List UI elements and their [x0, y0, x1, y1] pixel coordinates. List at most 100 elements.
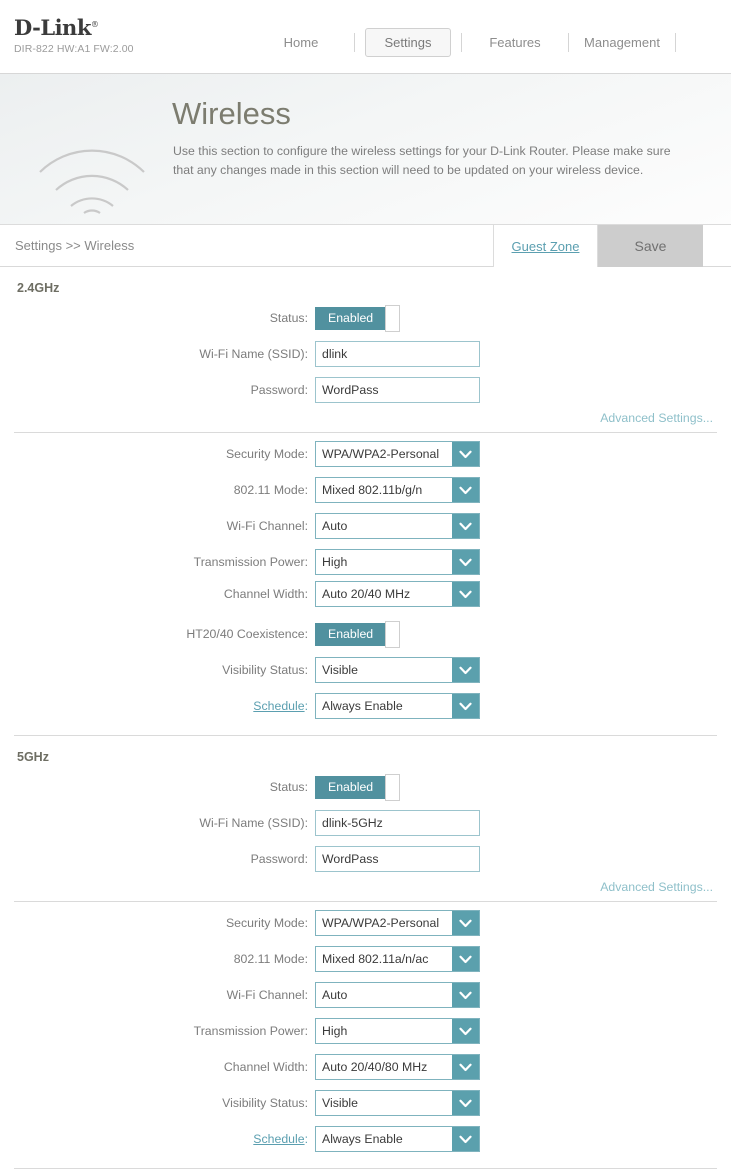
- section-title-2.4ghz: 2.4GHz: [17, 281, 60, 295]
- settings-content: 2.4GHz Status: Enabled Wi-Fi Name (SSID): Pa…: [0, 267, 731, 1169]
- chevron-down-icon[interactable]: [452, 694, 479, 718]
- save-button[interactable]: Save: [598, 225, 703, 267]
- form-row: Wi-Fi Channel: Auto: [14, 511, 717, 541]
- form-row: HT20/40 Coexistence: Enabled: [14, 619, 717, 649]
- form-row: Transmission Power: High: [14, 1016, 717, 1046]
- visibility-status-select-5[interactable]: Visible: [315, 1090, 480, 1116]
- wifi-channel-select-24-label: Wi-Fi Channel:: [226, 519, 308, 533]
- visibility-status-select-24-value: Visible: [322, 663, 359, 677]
- dot11-mode-select-24-value: Mixed 802.11b/g/n: [322, 483, 423, 497]
- schedule-select-5[interactable]: Always Enable: [315, 1126, 480, 1152]
- visibility-status-select-5-label: Visibility Status:: [222, 1096, 308, 1110]
- ht2040-coexistence-toggle[interactable]: Enabled: [315, 620, 401, 648]
- security-mode-select-5-label: Security Mode:: [225, 916, 308, 930]
- form-row: Password:: [14, 375, 717, 405]
- app-header: D-Link® DIR-822 HW:A1 FW:2.00 Home Settin…: [0, 0, 731, 74]
- channel-width-select-24[interactable]: Auto 20/40 MHz: [315, 581, 480, 607]
- chevron-down-icon[interactable]: [452, 478, 479, 502]
- schedule-select-24[interactable]: Always Enable: [315, 693, 480, 719]
- status-toggle-5[interactable]: Enabled: [315, 773, 401, 801]
- status-toggle-5-state-label: Enabled: [315, 775, 387, 799]
- nav-separator: [354, 33, 355, 52]
- security-mode-select-24-value: WPA/WPA2-Personal: [322, 447, 440, 461]
- wifi-channel-select-5[interactable]: Auto: [315, 982, 480, 1008]
- status-toggle-5-label: Status:: [269, 780, 308, 794]
- nav-item-management[interactable]: Management: [579, 28, 665, 57]
- transmission-power-select-24[interactable]: High: [315, 549, 480, 575]
- form-row: 802.11 Mode: Mixed 802.11b/g/n: [14, 475, 717, 505]
- chevron-down-icon[interactable]: [452, 582, 479, 606]
- chevron-down-icon[interactable]: [452, 947, 479, 971]
- form-row: Channel Width: Auto 20/40/80 MHz: [14, 1052, 717, 1082]
- chevron-down-icon[interactable]: [452, 658, 479, 682]
- visibility-status-select-5-value: Visible: [322, 1096, 359, 1110]
- form-row: Channel Width: Auto 20/40 MHz: [14, 581, 717, 613]
- form-row: Status: Enabled: [14, 772, 717, 802]
- form-row: Visibility Status: Visible: [14, 655, 717, 685]
- advanced-settings-link[interactable]: Advanced Settings...: [14, 874, 717, 894]
- status-toggle-24-label: Status:: [269, 311, 308, 325]
- chevron-down-icon[interactable]: [452, 1055, 479, 1079]
- chevron-down-icon[interactable]: [452, 1019, 479, 1043]
- breadcrumb-actions: Guest Zone Save: [493, 225, 703, 267]
- guest-zone-link[interactable]: Guest Zone: [493, 225, 598, 267]
- transmission-power-select-5-value: High: [322, 1024, 348, 1038]
- wifi-channel-select-5-value: Auto: [322, 988, 348, 1002]
- chevron-down-icon[interactable]: [452, 1091, 479, 1115]
- schedule-select-5-label[interactable]: Schedule:: [14, 1132, 315, 1146]
- dot11-mode-select-5-value: Mixed 802.11a/n/ac: [322, 952, 429, 966]
- status-toggle-5-knob[interactable]: [385, 773, 401, 801]
- schedule-select-5-label-text: Schedule: [253, 1132, 305, 1146]
- security-mode-select-24[interactable]: WPA/WPA2-Personal: [315, 441, 480, 467]
- status-toggle-24-state-label: Enabled: [315, 306, 387, 330]
- section-divider: [14, 901, 717, 902]
- visibility-status-select-24[interactable]: Visible: [315, 657, 480, 683]
- advanced-settings-link[interactable]: Advanced Settings...: [14, 405, 717, 425]
- section-divider: [14, 432, 717, 433]
- ssid-input-24-label: Wi-Fi Name (SSID):: [199, 347, 308, 361]
- chevron-down-icon[interactable]: [452, 911, 479, 935]
- schedule-select-24-label[interactable]: Schedule:: [14, 699, 315, 713]
- chevron-down-icon[interactable]: [452, 550, 479, 574]
- form-row: Status: Enabled: [14, 303, 717, 333]
- dot11-mode-select-24[interactable]: Mixed 802.11b/g/n: [315, 477, 480, 503]
- chevron-down-icon[interactable]: [452, 983, 479, 1007]
- password-input-5[interactable]: [315, 846, 480, 872]
- form-row: Wi-Fi Channel: Auto: [14, 980, 717, 1010]
- nav-item-features[interactable]: Features: [472, 28, 558, 57]
- chevron-down-icon[interactable]: [452, 1127, 479, 1151]
- transmission-power-select-5[interactable]: High: [315, 1018, 480, 1044]
- security-mode-select-5[interactable]: WPA/WPA2-Personal: [315, 910, 480, 936]
- ssid-input-5-label: Wi-Fi Name (SSID):: [199, 816, 308, 830]
- chevron-down-icon[interactable]: [452, 514, 479, 538]
- nav-item-settings[interactable]: Settings: [365, 28, 451, 57]
- ht2040-coexistence-toggle-knob[interactable]: [385, 620, 401, 648]
- wifi-channel-select-24[interactable]: Auto: [315, 513, 480, 539]
- status-toggle-24-knob[interactable]: [385, 304, 401, 332]
- ssid-input-5[interactable]: [315, 810, 480, 836]
- dot11-mode-select-5[interactable]: Mixed 802.11a/n/ac: [315, 946, 480, 972]
- nav-item-home[interactable]: Home: [258, 28, 344, 57]
- chevron-down-icon[interactable]: [452, 442, 479, 466]
- status-toggle-24[interactable]: Enabled: [315, 304, 401, 332]
- channel-width-select-5-label: Channel Width:: [223, 1060, 308, 1074]
- password-input-24-label: Password:: [250, 383, 308, 397]
- nav-separator: [675, 33, 676, 52]
- transmission-power-select-24-label: Transmission Power:: [193, 555, 308, 569]
- channel-width-select-24-label: Channel Width:: [223, 587, 308, 601]
- security-mode-select-24-label: Security Mode:: [225, 447, 308, 461]
- nav-separator: [461, 33, 462, 52]
- form-row: Wi-Fi Name (SSID):: [14, 339, 717, 369]
- breadcrumb: Settings >> Wireless: [15, 238, 135, 253]
- form-row: Security Mode: WPA/WPA2-Personal: [14, 439, 717, 469]
- nav-separator: [568, 33, 569, 52]
- channel-width-select-24-value: Auto 20/40 MHz: [322, 587, 411, 601]
- security-mode-select-5-value: WPA/WPA2-Personal: [322, 916, 440, 930]
- wifi-icon: [32, 114, 152, 219]
- channel-width-select-5[interactable]: Auto 20/40/80 MHz: [315, 1054, 480, 1080]
- password-input-24[interactable]: [315, 377, 480, 403]
- schedule-select-5-value: Always Enable: [322, 1132, 403, 1146]
- wifi-channel-select-5-label: Wi-Fi Channel:: [226, 988, 308, 1002]
- ssid-input-24[interactable]: [315, 341, 480, 367]
- schedule-select-24-label-text: Schedule: [253, 699, 305, 713]
